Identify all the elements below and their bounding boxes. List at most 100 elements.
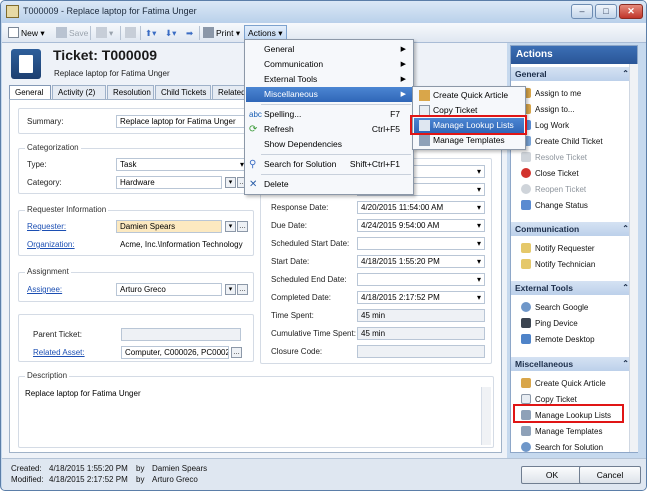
created-by-value: Damien Spears (152, 464, 208, 473)
action-label: Search for Solution (535, 443, 604, 452)
due-date-input[interactable]: 4/24/2015 9:54:00 AM (357, 219, 485, 232)
assignee-dropdown-button[interactable]: ▾ (225, 284, 236, 295)
tab-resolution[interactable]: Resolution (107, 85, 154, 100)
tab-child-tickets[interactable]: Child Tickets (155, 85, 211, 100)
submenu-item-manage-templates[interactable]: Manage Templates (414, 133, 524, 148)
action-assign-to-me[interactable]: Assign to me (521, 87, 581, 100)
requester-browse-button[interactable]: … (237, 221, 248, 232)
assignment-title: Assignment (25, 267, 71, 276)
save-button[interactable]: Save (56, 26, 88, 40)
maximize-button[interactable]: □ (595, 4, 617, 19)
response-date-input[interactable]: 4/20/2015 11:54:00 AM (357, 201, 485, 214)
assignee-input[interactable]: Arturo Greco (116, 283, 222, 296)
menu-item-search-for-solution[interactable]: ⚲ Search for Solution Shift+Ctrl+F1 (246, 157, 412, 172)
action-close-ticket[interactable]: Close Ticket (521, 167, 579, 180)
new-button[interactable]: New ▾ (8, 26, 45, 40)
category-dropdown-button[interactable]: ▾ (225, 177, 236, 188)
action-notify-technician[interactable]: Notify Technician (521, 258, 595, 271)
action-label: Remote Desktop (535, 335, 595, 344)
action-label: Manage Templates (535, 427, 603, 436)
actions-section-miscellaneous[interactable]: Miscellaneous ⌃ (511, 357, 637, 371)
actions-section-communication[interactable]: Communication ⌃ (511, 222, 637, 236)
menu-item-refresh[interactable]: ⟳ Refresh Ctrl+F5 (246, 122, 412, 137)
nav-up-button[interactable]: ⬆▾ (145, 26, 156, 40)
menu-item-show-dependencies[interactable]: Show Dependencies (246, 137, 412, 152)
action-label: Notify Technician (535, 260, 596, 269)
tab-related[interactable]: Related O (212, 85, 248, 100)
related-asset-browse-button[interactable]: … (231, 347, 242, 358)
actions-section-general[interactable]: General ⌃ (511, 67, 637, 81)
description-textarea[interactable]: Replace laptop for Fatima Unger (21, 387, 491, 445)
requester-input[interactable]: Damien Spears (116, 220, 222, 233)
completed-date-input[interactable]: 4/18/2015 2:17:52 PM (357, 291, 485, 304)
cancel-button[interactable]: Cancel (579, 466, 641, 484)
menu-label: Copy Ticket (433, 105, 478, 115)
submenu-item-create-quick-article[interactable]: Create Quick Article (414, 88, 524, 103)
minimize-button[interactable]: – (571, 4, 593, 19)
category-input[interactable]: Hardware (116, 176, 222, 189)
closure-code-input[interactable] (357, 345, 485, 358)
section-title: General (515, 69, 547, 79)
action-search-google[interactable]: Search Google (521, 301, 588, 314)
spelling-icon: abc (249, 110, 262, 119)
scheduled-start-input[interactable] (357, 237, 485, 250)
action-resolve-ticket[interactable]: Resolve Ticket (521, 151, 587, 164)
tab-activity[interactable]: Activity (2) (52, 85, 106, 100)
menu-item-external-tools[interactable]: External Tools ▶ (246, 72, 412, 87)
menu-label: Create Quick Article (433, 90, 509, 100)
action-log-work[interactable]: Log Work (521, 119, 569, 132)
menu-item-spelling[interactable]: abc Spelling... F7 (246, 107, 412, 122)
assignee-link[interactable]: Assignee: (27, 285, 62, 294)
action-label: Assign to... (535, 105, 575, 114)
action-create-child-ticket[interactable]: Create Child Ticket (521, 135, 603, 148)
article-icon (521, 378, 531, 388)
tools-dropdown[interactable]: ▾ (96, 26, 113, 40)
action-label: Copy Ticket (535, 395, 577, 404)
close-button[interactable]: ✕ (619, 4, 643, 19)
start-date-input[interactable]: 4/18/2015 1:55:20 PM (357, 255, 485, 268)
related-asset-link[interactable]: Related Asset: (33, 348, 85, 357)
description-scrollbar[interactable] (481, 387, 491, 445)
highlight-box-actions-lookup (513, 404, 624, 423)
nav-next-button[interactable]: ➡ (186, 26, 193, 40)
menu-item-delete[interactable]: ✕ Delete (246, 177, 412, 192)
organization-link[interactable]: Organization: (27, 240, 75, 249)
action-label: Resolve Ticket (535, 153, 588, 162)
nav-down-button[interactable]: ⬇▾ (165, 26, 176, 40)
summary-input[interactable]: Replace laptop for Fatima Unger (116, 115, 248, 128)
search-icon (521, 442, 531, 452)
action-manage-templates[interactable]: Manage Templates (521, 425, 602, 438)
action-remote-desktop[interactable]: Remote Desktop (521, 333, 595, 346)
menu-item-miscellaneous[interactable]: Miscellaneous ▶ (246, 87, 412, 102)
related-asset-input[interactable]: Computer, C000026, PC00024 (121, 346, 229, 359)
actions-scrollbar[interactable] (629, 64, 638, 452)
action-ping-device[interactable]: Ping Device (521, 317, 578, 330)
organization-value: Acme, Inc.\Information Technology (116, 238, 248, 251)
type-label: Type: (27, 160, 47, 169)
attach-button[interactable] (125, 26, 138, 40)
menu-item-general[interactable]: General ▶ (246, 42, 412, 57)
actions-section-external-tools[interactable]: External Tools ⌃ (511, 281, 637, 295)
scheduled-end-input[interactable] (357, 273, 485, 286)
action-change-status[interactable]: Change Status (521, 199, 588, 212)
type-select[interactable]: Task (116, 158, 248, 171)
summary-group: Summary: Replace laptop for Fatima Unger (18, 108, 254, 134)
parent-ticket-input[interactable] (121, 328, 241, 341)
menu-item-communication[interactable]: Communication ▶ (246, 57, 412, 72)
ok-button[interactable]: OK (521, 466, 583, 484)
action-create-quick-article[interactable]: Create Quick Article (521, 377, 606, 390)
menu-label: External Tools (264, 74, 318, 84)
action-notify-requester[interactable]: Notify Requester (521, 242, 595, 255)
requester-dropdown-button[interactable]: ▾ (225, 221, 236, 232)
assignee-browse-button[interactable]: … (237, 284, 248, 295)
requester-link[interactable]: Requester: (27, 222, 66, 231)
menu-shortcut: Shift+Ctrl+F1 (349, 159, 400, 169)
print-label: Print (216, 28, 234, 38)
arrow-up-icon: ⬆ (145, 28, 153, 38)
print-button[interactable]: Print ▾ (203, 26, 240, 40)
action-assign-to[interactable]: Assign to... (521, 103, 575, 116)
toolbar-separator (90, 26, 91, 40)
actions-menu-button[interactable]: Actions ▾ (244, 25, 287, 40)
action-search-for-solution[interactable]: Search for Solution (521, 441, 603, 454)
action-reopen-ticket[interactable]: Reopen Ticket (521, 183, 586, 196)
